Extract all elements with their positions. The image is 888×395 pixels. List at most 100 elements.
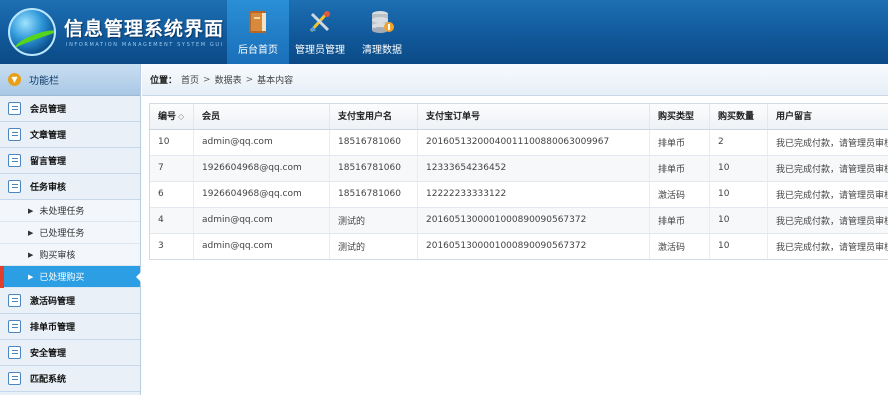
list-icon [8,294,21,307]
cell-member: admin@qq.com [193,129,330,156]
menu-toggle-icon[interactable]: ▼ [8,73,21,86]
sidebar-subitem-unprocessed-tasks[interactable]: ▶ 未处理任务 [0,200,140,222]
sidebar-item-task-review[interactable]: 任务审核 [0,174,140,200]
table-row[interactable]: 10 admin@qq.com 18516781060 201605132000400… [149,129,888,156]
cell-id: 10 [149,129,194,156]
list-icon [8,372,21,385]
cell-message: 我已完成付款，请管理员审核 [767,207,888,234]
sidebar-item-label: 任务审核 [30,183,67,193]
top-nav-home-label: 后台首页 [238,45,278,56]
top-nav-home[interactable]: 后台首页 [227,0,289,64]
sidebar-subitem-label: 未处理任务 [39,207,85,217]
cell-id: 7 [149,155,194,182]
sidebar-item-label: 排单币管理 [30,323,76,333]
breadcrumb-separator: > [245,74,254,85]
sidebar-item-members[interactable]: 会员管理 [0,96,140,122]
column-header-message: 用户留言 [767,103,888,130]
column-header-id[interactable]: 编号 ◇ [149,103,194,130]
breadcrumb-data-table[interactable]: 数据表 [215,73,242,86]
triangle-right-icon: ▶ [28,250,34,259]
logo-area: 信息管理系统界面 INFORMATION MANAGEMENT SYSTEM G… [0,0,225,64]
cell-quantity: 10 [709,207,768,234]
cell-alipay-order: 2016051300001000890090567372 [417,233,650,260]
sidebar-header: ▼ 功能栏 [0,64,140,96]
cell-quantity: 10 [709,233,768,260]
breadcrumb-separator: > [203,74,211,85]
table-row[interactable]: 4 admin@qq.com 测试的 201605130000100089009056… [149,207,888,234]
cell-purchase-type: 激活码 [649,181,710,208]
app-title: 信息管理系统界面 [64,18,225,40]
column-header-member: 会员 [193,103,330,130]
tools-icon [309,11,330,32]
purchase-table: 编号 ◇ 会员 支付宝用户名 支付宝订单号 购买类型 购买数量 用户留言 10 ad… [149,103,888,260]
cell-message: 我已完成付款，请管理员审核 [767,181,888,208]
sidebar-subitem-processed-purchases[interactable]: ▶ 已处理购买 [0,266,141,288]
sidebar-subitem-label: 购买审核 [39,251,76,261]
breadcrumb-basic-content: 基本内容 [257,76,294,86]
cell-alipay-order: 12222233333122 [417,181,650,208]
sidebar-item-security[interactable]: 安全管理 [0,340,140,366]
cell-quantity: 2 [709,129,768,156]
top-nav-admins[interactable]: 管理员管理 [289,0,351,64]
top-nav: 后台首页 管理员管理 清理数据 [227,0,413,64]
sidebar-item-queue-coins[interactable]: 排单币管理 [0,314,140,340]
cell-member: admin@qq.com [193,207,330,234]
sidebar-item-label: 匹配系统 [30,375,67,385]
breadcrumb-label: 位置： [150,76,178,86]
app-header: 信息管理系统界面 INFORMATION MANAGEMENT SYSTEM G… [0,0,888,64]
list-icon [8,346,21,359]
cell-alipay-user: 18516781060 [329,129,418,156]
triangle-right-icon: ▶ [28,228,34,237]
sidebar-subitem-processed-tasks[interactable]: ▶ 已处理任务 [0,222,140,244]
sidebar-item-articles[interactable]: 文章管理 [0,122,140,148]
column-header-purchase-type: 购买类型 [649,103,710,130]
cell-alipay-order: 2016051300001000890090567372 [417,207,650,234]
cell-message: 我已完成付款，请管理员审核 [767,129,888,156]
cell-purchase-type: 排单币 [649,129,710,156]
book-icon [249,11,266,33]
top-nav-clean-data-label: 清理数据 [362,45,402,56]
table-row[interactable]: 7 1926604968@qq.com 18516781060 12333654236… [149,155,888,182]
edit-icon [8,180,21,193]
sidebar-item-label: 会员管理 [30,105,67,115]
sidebar-item-label: 留言管理 [30,157,67,167]
sidebar: ▼ 功能栏 会员管理 文章管理 留言管理 任务审核 ▶ 未处理任务 ▶ 已处理任… [0,64,141,395]
breadcrumb: 位置： 首页 > 数据表 > 基本内容 [142,64,888,96]
sidebar-item-label: 激活码管理 [30,297,76,307]
cell-purchase-type: 激活码 [649,233,710,260]
edit-icon [8,128,21,141]
edit-icon [8,154,21,167]
table-row[interactable]: 6 1926604968@qq.com 18516781060 12222233333… [149,181,888,208]
cell-alipay-order: 12333654236452 [417,155,650,182]
sidebar-item-activation-codes[interactable]: 激活码管理 [0,288,140,314]
column-header-alipay-user: 支付宝用户名 [329,103,418,130]
column-header-alipay-order: 支付宝订单号 [417,103,650,130]
table-row[interactable]: 3 admin@qq.com 测试的 201605130000100089009056… [149,233,888,260]
cell-alipay-user: 18516781060 [329,155,418,182]
breadcrumb-home[interactable]: 首页 [181,73,199,86]
cell-member: 1926604968@qq.com [193,155,330,182]
cell-purchase-type: 排单币 [649,207,710,234]
list-icon [8,102,21,115]
triangle-right-icon: ▶ [28,206,34,215]
cell-id: 6 [149,181,194,208]
app-subtitle: INFORMATION MANAGEMENT SYSTEM GUI [66,42,224,48]
cell-purchase-type: 排单币 [649,155,710,182]
database-icon [372,11,394,33]
sidebar-title: 功能栏 [29,76,59,87]
cell-quantity: 10 [709,181,768,208]
top-nav-admins-label: 管理员管理 [295,45,345,56]
list-icon [8,320,21,333]
sidebar-item-messages[interactable]: 留言管理 [0,148,140,174]
cell-id: 3 [149,233,194,260]
main-content: 位置： 首页 > 数据表 > 基本内容 编号 ◇ 会员 支付宝用户名 支付宝订单号… [142,64,888,395]
table-header-row: 编号 ◇ 会员 支付宝用户名 支付宝订单号 购买类型 购买数量 用户留言 [149,103,888,130]
sidebar-subitem-label: 已处理任务 [39,229,85,239]
sort-icon[interactable]: ◇ [178,112,184,121]
sidebar-subitem-purchase-review[interactable]: ▶ 购买审核 [0,244,140,266]
cell-member: 1926604968@qq.com [193,181,330,208]
cell-alipay-user: 18516781060 [329,181,418,208]
sidebar-item-label: 安全管理 [30,349,67,359]
top-nav-clean-data[interactable]: 清理数据 [351,0,413,64]
sidebar-item-matching[interactable]: 匹配系统 [0,366,140,392]
